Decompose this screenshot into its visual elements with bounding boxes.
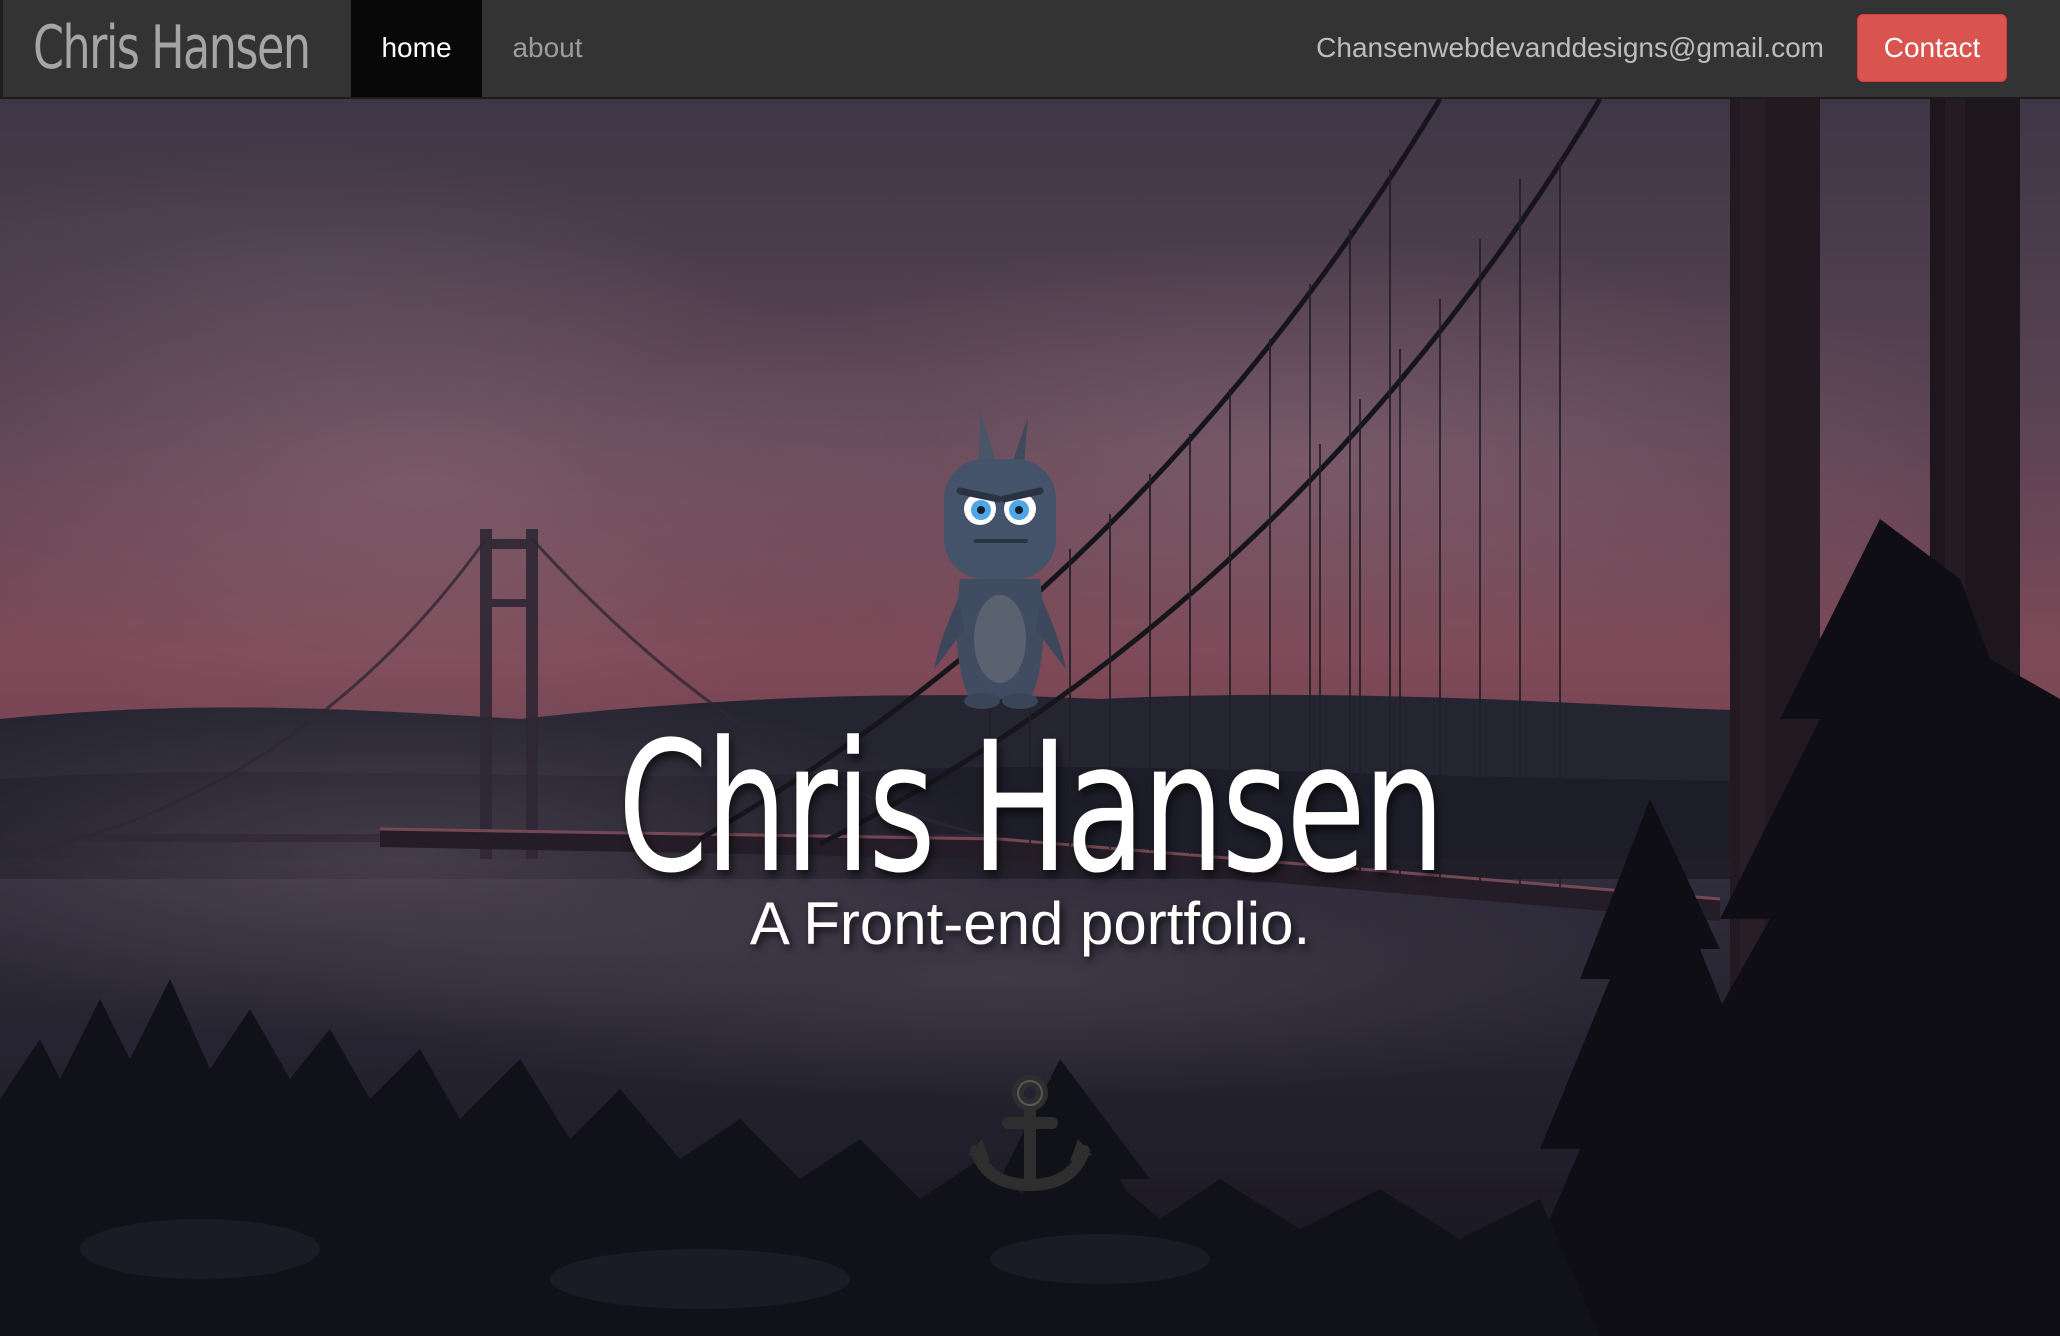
scroll-down-anchor[interactable]: [968, 1073, 1092, 1197]
anchor-icon: [968, 1075, 1092, 1192]
navbar: Chris Hansen home about Chansenwebdevand…: [0, 0, 2060, 99]
nav-item-home[interactable]: home: [351, 0, 482, 97]
monster-mascot-icon: [934, 409, 1066, 709]
nav-item-about[interactable]: about: [482, 0, 613, 97]
hero-section: Chris Hansen A Front-end portfolio.: [0, 99, 2060, 1336]
contact-button[interactable]: Contact: [1857, 14, 2007, 82]
email-link[interactable]: Chansenwebdevanddesigns@gmail.com: [1316, 0, 1824, 97]
hero-subtitle: A Front-end portfolio.: [749, 890, 1311, 957]
brand-logo[interactable]: Chris Hansen: [33, 0, 311, 97]
hero-title: Chris Hansen: [617, 704, 1445, 913]
